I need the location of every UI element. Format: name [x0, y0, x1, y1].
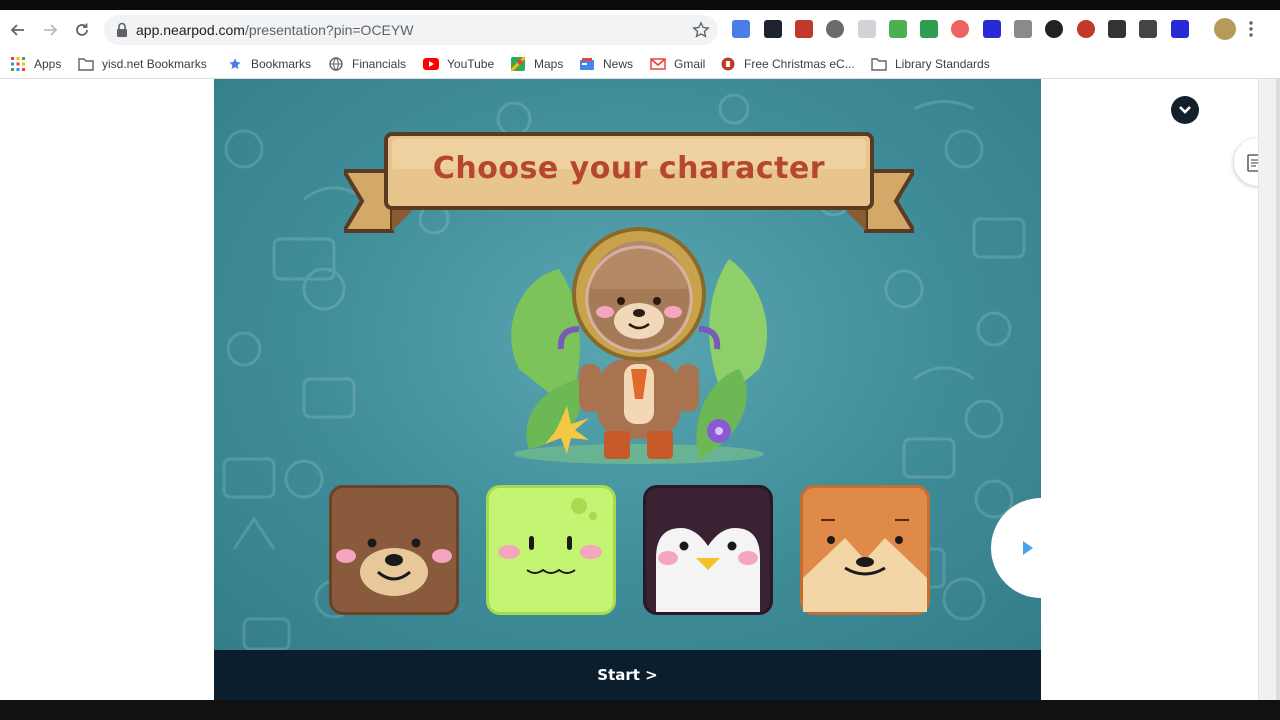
- bookmark-label: Financials: [352, 57, 407, 71]
- folder-icon: [78, 56, 94, 72]
- bookmark-label: Free Christmas eC...: [744, 57, 855, 71]
- character-green-blob-button[interactable]: [486, 485, 616, 615]
- browser-toolbar: app.nearpod.com/presentation?pin=OCEYW: [0, 10, 1280, 50]
- page-title: Choose your character: [432, 151, 826, 186]
- bookmark-label: Gmail: [674, 57, 706, 71]
- bookmark-label: Bookmarks: [251, 57, 312, 71]
- bookmark-maps[interactable]: Maps: [510, 54, 563, 74]
- red-book-icon[interactable]: [795, 20, 813, 38]
- pointer-ext-icon[interactable]: [858, 20, 876, 38]
- youtube-icon: [423, 56, 439, 72]
- character-select-stage: Choose your character: [214, 79, 1041, 650]
- bookmark-label: Library Standards: [895, 57, 990, 71]
- read-aloud-icon[interactable]: [826, 20, 844, 38]
- reload-icon: [76, 23, 88, 36]
- star-icon: [227, 56, 243, 72]
- selected-character-preview: [511, 227, 768, 464]
- c-blue-icon[interactable]: [983, 20, 1001, 38]
- spinner-ext-icon[interactable]: [1045, 20, 1063, 38]
- start-button[interactable]: Start >: [597, 666, 657, 684]
- maps-icon: [510, 56, 526, 72]
- character-bear-button[interactable]: [329, 485, 459, 615]
- bookmark-label: YouTube: [447, 57, 495, 71]
- url-text: app.nearpod.com/presentation?pin=OCEYW: [136, 22, 413, 38]
- window-bottom-edge: [0, 700, 1280, 720]
- collapse-toggle-button[interactable]: [1171, 96, 1199, 124]
- profile-avatar-icon[interactable]: [1214, 18, 1236, 40]
- bookmark-youtube[interactable]: YouTube: [423, 54, 494, 74]
- news-ext-icon[interactable]: [1139, 20, 1157, 38]
- c-gray-icon[interactable]: [1014, 20, 1032, 38]
- reload-button[interactable]: [70, 18, 94, 42]
- bookmark-yisd[interactable]: yisd.net Bookmarks: [78, 54, 207, 74]
- bear-face-icon: [336, 538, 452, 596]
- crosshair-ext-icon[interactable]: [1108, 20, 1126, 38]
- fire-ext-icon[interactable]: [1077, 20, 1095, 38]
- green-blob-face-icon: [498, 498, 602, 574]
- bookmark-library-standards[interactable]: Library Standards: [871, 54, 990, 74]
- next-characters-button[interactable]: [991, 498, 1091, 598]
- gmail-icon: [650, 56, 666, 72]
- apps-grid-icon: [10, 56, 26, 72]
- vertical-scrollbar[interactable]: [1258, 79, 1277, 700]
- bookmarks-bar: Apps yisd.net Bookmarks Bookmarks Financ…: [0, 50, 1280, 79]
- back-button[interactable]: [6, 18, 30, 42]
- penguin-face-icon: [656, 528, 760, 612]
- chevron-down-icon: [1179, 106, 1191, 114]
- chevron-right-icon: [1023, 541, 1033, 555]
- globe-icon: [328, 56, 344, 72]
- url-host: app.nearpod.com: [136, 22, 245, 38]
- cast-icon[interactable]: [920, 20, 938, 38]
- bookmark-label: News: [603, 57, 634, 71]
- character-penguin-button[interactable]: [643, 485, 773, 615]
- address-bar[interactable]: app.nearpod.com/presentation?pin=OCEYW: [104, 15, 718, 45]
- arrow-ext-icon[interactable]: [951, 20, 969, 38]
- bookmark-news[interactable]: News: [579, 54, 633, 74]
- bookmark-label: Maps: [534, 57, 564, 71]
- url-path: /presentation?pin=OCEYW: [244, 22, 414, 38]
- translate-icon[interactable]: [732, 20, 750, 38]
- more-menu-icon[interactable]: [1248, 20, 1256, 38]
- start-bar: Start >: [214, 650, 1041, 700]
- back-arrow-icon: [10, 24, 24, 36]
- c-blue-2-icon[interactable]: [1171, 20, 1189, 38]
- bookmark-financials[interactable]: Financials: [328, 54, 406, 74]
- forward-arrow-icon: [44, 24, 58, 36]
- bookmark-star-icon[interactable]: [692, 21, 710, 39]
- dark-ext-icon[interactable]: [764, 20, 782, 38]
- forward-button[interactable]: [38, 18, 62, 42]
- lock-icon: [117, 22, 127, 37]
- bookmark-christmas[interactable]: Free Christmas eC...: [720, 54, 855, 74]
- bookmark-bookmarks[interactable]: Bookmarks: [227, 54, 311, 74]
- folder-icon: [871, 56, 887, 72]
- bookmark-label: yisd.net Bookmarks: [102, 57, 207, 71]
- bookmark-apps[interactable]: Apps: [10, 54, 61, 74]
- window-top-edge: [0, 0, 1280, 10]
- christmas-icon: [720, 56, 736, 72]
- fox-face-icon: [803, 519, 927, 612]
- news-icon: [579, 56, 595, 72]
- window-right-edge: [1276, 79, 1280, 700]
- bookmark-label: Apps: [34, 57, 62, 71]
- bookmark-gmail[interactable]: Gmail: [650, 54, 705, 74]
- green-ext-icon[interactable]: [889, 20, 907, 38]
- kebab-dots-icon: [1249, 21, 1253, 37]
- character-fox-button[interactable]: [800, 485, 930, 615]
